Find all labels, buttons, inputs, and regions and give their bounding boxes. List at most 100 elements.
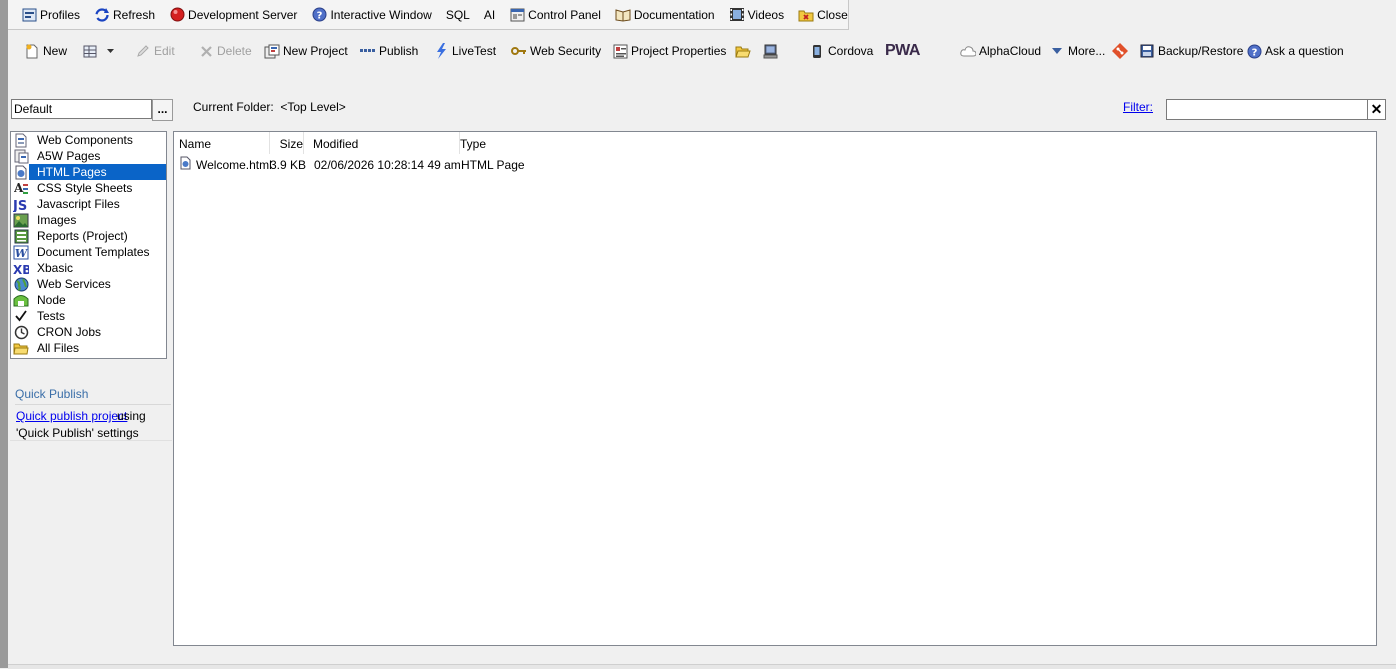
current-folder-value: <Top Level> <box>280 100 346 114</box>
clock-icon <box>13 324 29 340</box>
project-toolbar: New Edit Delete New Project Publish Live… <box>8 38 1396 64</box>
web-security-label: Web Security <box>530 44 602 58</box>
delete-label: Delete <box>217 44 252 58</box>
web-components-icon <box>13 132 29 148</box>
node-icon <box>13 292 29 308</box>
computer-button[interactable] <box>762 41 781 61</box>
category-document-templates[interactable]: W Document Templates <box>11 244 166 260</box>
category-web-components[interactable]: Web Components <box>11 132 166 148</box>
dropdown-arrow-icon <box>103 43 119 59</box>
svg-text:XB: XB <box>13 263 29 276</box>
current-folder-label: Current Folder: <box>193 100 274 114</box>
category-web-services[interactable]: Web Services <box>11 276 166 292</box>
sql-label: SQL <box>445 7 470 22</box>
project-properties-label: Project Properties <box>631 44 727 58</box>
quick-publish-link[interactable]: Quick publish project <box>16 409 127 423</box>
column-header-modified[interactable]: Modified <box>308 132 460 154</box>
category-label: Web Components <box>37 133 133 147</box>
profile-browse-button[interactable]: ... <box>152 99 173 121</box>
open-folder-button[interactable] <box>735 41 754 61</box>
interactive-window-button[interactable]: ? Interactive Window <box>307 4 435 26</box>
category-cron-jobs[interactable]: CRON Jobs <box>11 324 166 340</box>
control-panel-label: Control Panel <box>528 7 601 22</box>
folder-icon <box>13 340 29 356</box>
category-list: Web Components A5W Pages HTML Pages A CS… <box>10 131 167 359</box>
category-reports[interactable]: Reports (Project) <box>11 228 166 244</box>
more-arrow-icon <box>1049 43 1065 59</box>
documentation-button[interactable]: Documentation <box>611 4 719 26</box>
column-header-type[interactable]: Type <box>456 132 560 154</box>
category-label: Reports (Project) <box>37 229 128 243</box>
development-server-label: Development Server <box>188 7 298 22</box>
filter-clear-button[interactable]: ✕ <box>1367 99 1386 120</box>
category-label: Web Services <box>37 277 111 291</box>
filter-link[interactable]: Filter: <box>1123 100 1153 114</box>
category-css-style-sheets[interactable]: A CSS Style Sheets <box>11 180 166 196</box>
delete-button[interactable]: Delete <box>198 41 252 61</box>
html-pages-icon <box>13 164 29 180</box>
view-options-button[interactable] <box>82 41 122 61</box>
alphacloud-button[interactable]: AlphaCloud <box>960 41 1041 61</box>
new-project-button[interactable]: New Project <box>264 41 348 61</box>
more-button[interactable]: More... <box>1049 41 1105 61</box>
column-header-name[interactable]: Name <box>174 132 270 154</box>
refresh-label: Refresh <box>113 7 156 22</box>
column-header-size[interactable]: Size <box>265 132 304 154</box>
documentation-label: Documentation <box>633 7 715 22</box>
refresh-button[interactable]: Refresh <box>90 4 159 26</box>
close-folder-icon <box>798 7 814 23</box>
close-button[interactable]: Close <box>794 4 852 26</box>
js-icon: JS <box>13 196 29 212</box>
git-icon <box>1112 43 1128 59</box>
help-icon: ? <box>311 7 327 23</box>
word-icon: W <box>13 244 29 260</box>
livetest-button[interactable]: LiveTest <box>433 41 496 61</box>
main-toolbar: Profiles Refresh Development Server ? In… <box>8 0 849 30</box>
pwa-button[interactable]: PWA <box>885 41 920 61</box>
profiles-label: Profiles <box>40 7 81 22</box>
new-label: New <box>43 44 68 58</box>
category-label: Node <box>37 293 66 307</box>
file-name: Welcome.html <box>196 158 272 172</box>
category-images[interactable]: Images <box>11 212 166 228</box>
category-a5w-pages[interactable]: A5W Pages <box>11 148 166 164</box>
publish-button[interactable]: Publish <box>360 41 418 61</box>
css-icon: A <box>13 180 29 196</box>
profile-select[interactable]: Default <box>11 99 152 119</box>
edit-button[interactable]: Edit <box>135 41 175 61</box>
profiles-button[interactable]: Profiles <box>17 4 84 26</box>
category-xbasic[interactable]: XB Xbasic <box>11 260 166 276</box>
category-node[interactable]: Node <box>11 292 166 308</box>
category-html-pages[interactable]: HTML Pages <box>11 164 166 180</box>
videos-button[interactable]: Videos <box>725 4 788 26</box>
ask-question-button[interactable]: ? Ask a question <box>1246 41 1344 61</box>
category-all-files[interactable]: All Files <box>11 340 166 356</box>
category-javascript-files[interactable]: JS Javascript Files <box>11 196 166 212</box>
project-properties-button[interactable]: Project Properties <box>612 41 726 61</box>
svg-text:A: A <box>14 181 24 195</box>
file-size: 3.9 KB <box>270 158 307 172</box>
category-label: Javascript Files <box>37 197 120 211</box>
category-tests[interactable]: Tests <box>11 308 166 324</box>
new-project-label: New Project <box>283 44 348 58</box>
ai-button[interactable]: AI <box>480 4 499 26</box>
sql-button[interactable]: SQL <box>442 4 474 26</box>
phone-icon <box>809 43 825 59</box>
new-icon <box>24 43 40 59</box>
development-server-button[interactable]: Development Server <box>165 4 301 26</box>
new-button[interactable]: New <box>24 41 67 61</box>
file-list: Name Size Modified Type Welcome.html 3.9… <box>173 131 1377 646</box>
control-panel-button[interactable]: Control Panel <box>505 4 605 26</box>
quick-publish-text: using <box>117 409 146 423</box>
filter-input[interactable] <box>1166 99 1370 120</box>
backup-restore-button[interactable]: Backup/Restore <box>1139 41 1243 61</box>
more-label: More... <box>1068 44 1106 58</box>
pencil-icon <box>135 43 151 59</box>
cordova-button[interactable]: Cordova <box>809 41 873 61</box>
web-security-button[interactable]: Web Security <box>511 41 601 61</box>
git-button[interactable] <box>1112 41 1131 61</box>
file-modified: 02/06/2026 10:28:14 49 am <box>314 158 461 172</box>
category-label: CRON Jobs <box>37 325 102 339</box>
book-icon <box>615 7 631 23</box>
livetest-label: LiveTest <box>452 44 497 58</box>
